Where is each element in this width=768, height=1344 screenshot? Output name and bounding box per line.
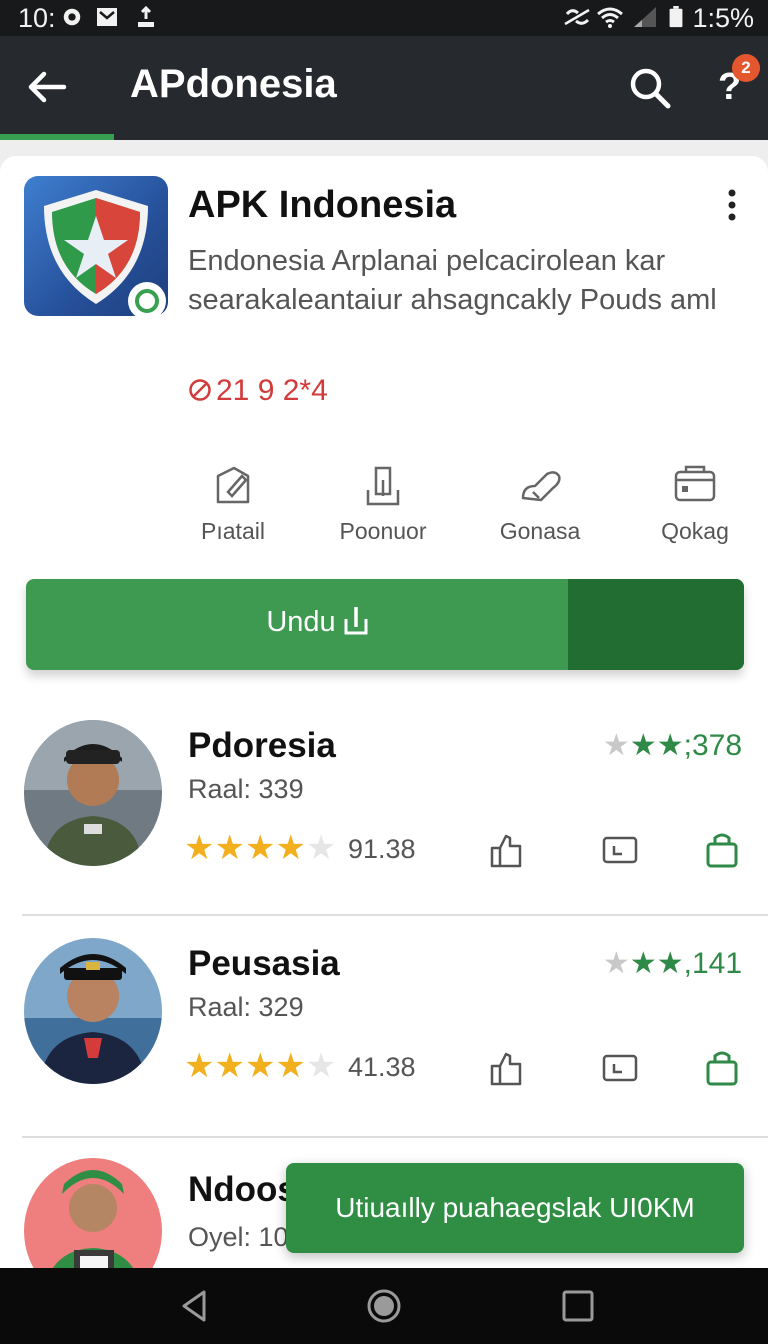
item-name: Pdoresia <box>188 726 336 765</box>
action-item[interactable]: Qokag <box>620 462 768 545</box>
item-subtitle: Raal: 339 <box>188 774 304 804</box>
action-label: Qokag <box>661 518 729 544</box>
nav-home-icon[interactable] <box>366 1288 402 1324</box>
like-icon[interactable] <box>488 832 524 868</box>
star-icon: ★★★★ <box>184 1047 306 1085</box>
navigation-bar <box>0 1268 768 1344</box>
wifi-icon <box>597 7 623 28</box>
nav-recents-icon[interactable] <box>560 1288 596 1324</box>
cloud-edit-icon <box>521 471 561 502</box>
action-label: Pıatail <box>201 518 265 544</box>
download-icon <box>344 607 368 635</box>
item-rating: ★★★;378 <box>603 728 742 763</box>
notification-icon <box>63 8 81 26</box>
action-item[interactable]: Poonuor <box>308 462 458 545</box>
screen-icon[interactable] <box>602 832 638 868</box>
snackbar[interactable]: Utiuaılly puahaegslak UI0KM <box>286 1163 744 1253</box>
item-score: 41.38 <box>348 1052 416 1082</box>
signal-icon <box>634 7 656 27</box>
app-name: APK Indonesia <box>188 184 457 226</box>
edit-tag-icon <box>216 466 250 504</box>
star-icon: ★★ <box>629 947 684 980</box>
online-status-icon <box>128 282 166 320</box>
star-empty-icon: ★ <box>602 729 630 762</box>
action-row: Pıatail Poonuor Gonasa Qokag <box>0 462 768 562</box>
no-call-icon <box>564 8 590 26</box>
star-rating: ★★★★★ <box>184 1046 336 1086</box>
app-bar: APdonesia ? 2 <box>0 36 768 140</box>
blocked-icon <box>189 379 211 401</box>
action-item[interactable]: Gonasa <box>465 462 615 545</box>
item-name: Ndoos <box>188 1170 297 1209</box>
status-bar: 10: 1:5% <box>0 0 768 36</box>
star-rating: ★★★★★ <box>184 828 336 868</box>
search-icon[interactable] <box>628 66 672 110</box>
back-arrow-icon[interactable] <box>26 66 68 108</box>
shopping-bag-icon[interactable] <box>704 1050 740 1086</box>
tab-indicator <box>0 134 114 140</box>
download-label-row: Undu <box>26 605 610 639</box>
battery-icon <box>669 6 683 28</box>
app-bar-title: APdonesia <box>130 62 337 106</box>
like-icon[interactable] <box>488 1050 524 1086</box>
screen-icon[interactable] <box>602 1050 638 1086</box>
app-date-text: 21 9 2*4 <box>216 374 328 407</box>
avatar <box>24 1158 162 1268</box>
app-description: Endonesia Arplanai pelcacirolean kar sea… <box>188 245 717 316</box>
app-date: 21 9 2*4 <box>188 374 328 408</box>
rating-count: ;378 <box>683 729 742 762</box>
item-name: Peusasia <box>188 944 340 983</box>
action-label: Gonasa <box>499 518 581 544</box>
download-label: Undu <box>266 606 336 638</box>
rating-count: ,141 <box>683 947 742 980</box>
notification-badge: 2 <box>732 54 760 82</box>
action-item[interactable]: Pıatail <box>158 462 308 545</box>
app-detail-card: APK Indonesia Endonesia Arplanai pelcaci… <box>0 156 768 686</box>
battery-text: 1:5% <box>692 3 754 33</box>
download-tray-icon <box>366 466 400 506</box>
star-empty-icon: ★ <box>305 829 337 867</box>
more-options-icon[interactable] <box>720 188 744 222</box>
snackbar-text: Utiuaılly puahaegslak UI0KM <box>335 1192 695 1223</box>
avatar <box>24 720 162 866</box>
divider <box>22 1136 768 1138</box>
calendar-icon <box>674 465 716 502</box>
star-icon: ★★★★ <box>184 829 306 867</box>
star-empty-icon: ★ <box>602 947 630 980</box>
shopping-bag-icon[interactable] <box>704 832 740 868</box>
nav-back-icon[interactable] <box>176 1288 212 1324</box>
status-time: 10: <box>18 3 56 33</box>
avatar <box>24 938 162 1084</box>
help-button[interactable]: ? 2 <box>712 54 760 110</box>
item-subtitle: Raal: 329 <box>188 992 304 1022</box>
list-item[interactable]: Peusasia Raal: 329 ★★★★★ 41.38 ★★★,141 <box>0 918 768 1136</box>
action-label: Poonuor <box>339 518 427 544</box>
download-button[interactable]: Undu <box>26 579 744 670</box>
star-empty-icon: ★ <box>305 1047 337 1085</box>
list-item[interactable]: Pdoresia Raal: 339 ★★★★★ 91.38 ★★★;378 <box>0 686 768 904</box>
item-rating: ★★★,141 <box>603 946 742 981</box>
star-icon: ★★ <box>629 729 684 762</box>
mail-icon <box>97 8 117 26</box>
upload-icon <box>138 6 154 27</box>
divider <box>22 914 768 916</box>
item-score: 91.38 <box>348 834 416 864</box>
